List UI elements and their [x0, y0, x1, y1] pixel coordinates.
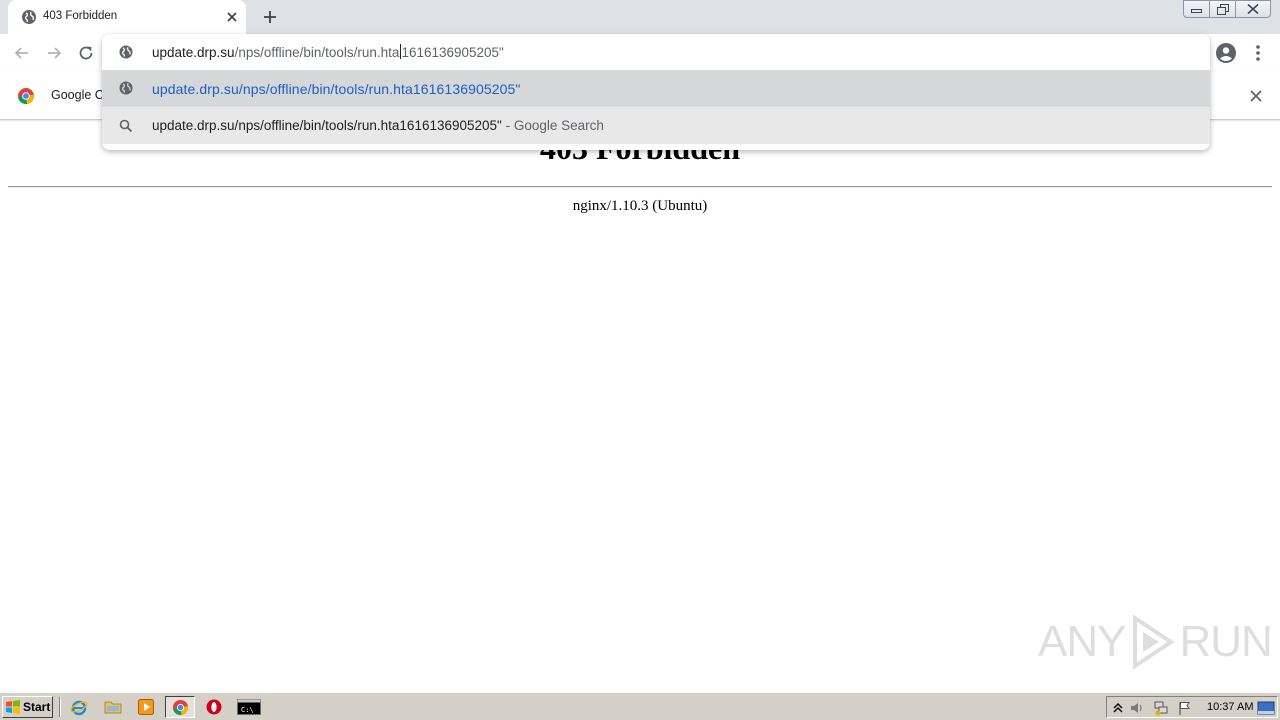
infobar-message: Google Cl — [51, 88, 107, 102]
restore-button[interactable] — [1209, 0, 1236, 18]
window-controls — [1183, 0, 1271, 18]
back-arrow-icon — [14, 47, 28, 59]
search-engine-label: Google Search — [513, 118, 604, 133]
restore-icon — [1216, 3, 1229, 15]
command-prompt-icon[interactable]: C:\ — [237, 698, 261, 716]
start-label: Start — [23, 700, 51, 714]
suggestion-url-text: update.drp.su/nps/offline/bin/tools/run.… — [152, 81, 521, 97]
network-icon[interactable] — [1153, 700, 1169, 716]
suggestion-search[interactable]: update.drp.su/nps/offline/bin/tools/run.… — [102, 107, 1210, 144]
tab-403-forbidden[interactable]: 403 Forbidden — [8, 0, 246, 34]
reload-button[interactable] — [75, 42, 97, 64]
minimize-button[interactable] — [1183, 0, 1210, 18]
watermark-right: RUN — [1179, 617, 1272, 666]
close-window-button[interactable] — [1235, 0, 1271, 18]
search-query: update.drp.su/nps/offline/bin/tools/run.… — [152, 118, 502, 133]
url-host: update.drp.su — [152, 45, 235, 60]
anyrun-watermark: ANY RUN — [1038, 612, 1273, 672]
start-button[interactable]: Start — [2, 696, 53, 718]
server-signature: nginx/1.10.3 (Ubuntu) — [572, 198, 708, 214]
more-menu-icon[interactable] — [1250, 41, 1266, 65]
url-path-tail: 1616136905205" — [401, 45, 504, 60]
media-player-icon[interactable] — [137, 698, 155, 716]
taskbar: Start C:\ 10:37 AM — [0, 692, 1280, 720]
watermark-left: ANY — [1038, 617, 1126, 666]
profile-avatar-icon[interactable] — [1214, 41, 1238, 65]
forward-arrow-icon — [48, 47, 62, 59]
internet-explorer-icon[interactable] — [70, 698, 88, 716]
forward-button[interactable] — [43, 42, 65, 64]
flag-icon[interactable] — [1177, 700, 1193, 716]
svg-text:C:\: C:\ — [241, 706, 254, 714]
chrome-logo-icon — [18, 88, 34, 105]
back-button[interactable] — [11, 42, 33, 64]
suggestion-search-text: update.drp.su/nps/offline/bin/tools/run.… — [152, 118, 604, 133]
taskbar-separator — [59, 697, 61, 717]
chrome-taskbar-button[interactable] — [165, 696, 195, 718]
suggestion-url[interactable]: update.drp.su/nps/offline/bin/tools/run.… — [102, 70, 1210, 107]
chevron-up-icon[interactable] — [1110, 700, 1126, 716]
play-logo-icon — [1133, 614, 1176, 670]
volume-icon[interactable] — [1129, 700, 1145, 716]
url-path: /nps/offline/bin/tools/run.hta — [234, 45, 400, 60]
close-infobar-icon[interactable] — [1248, 88, 1264, 104]
search-icon — [119, 119, 133, 133]
address-bar[interactable]: update.drp.su/nps/offline/bin/tools/run.… — [102, 34, 1210, 70]
windows-logo-icon — [6, 700, 20, 714]
system-tray: 10:37 AM — [1106, 696, 1278, 718]
address-input[interactable]: update.drp.su/nps/offline/bin/tools/run.… — [152, 44, 504, 60]
reload-icon — [79, 46, 93, 60]
tab-title: 403 Forbidden — [43, 10, 118, 22]
globe-icon — [22, 10, 36, 24]
folder-icon[interactable] — [104, 698, 122, 716]
minimize-icon — [1191, 9, 1202, 13]
globe-icon — [119, 81, 133, 95]
divider — [8, 186, 1272, 188]
omnibox-dropdown: update.drp.su/nps/offline/bin/tools/run.… — [102, 34, 1210, 150]
search-separator: - — [501, 118, 514, 133]
opera-icon[interactable] — [205, 698, 223, 716]
show-desktop-icon[interactable] — [1257, 700, 1275, 716]
close-tab-icon[interactable] — [224, 9, 240, 25]
new-tab-icon[interactable] — [259, 6, 281, 28]
tab-strip: 403 Forbidden — [0, 0, 1280, 34]
globe-icon — [119, 45, 133, 59]
clock: 10:37 AM — [1207, 701, 1254, 713]
close-window-icon — [1247, 4, 1259, 14]
chrome-icon — [172, 699, 189, 716]
